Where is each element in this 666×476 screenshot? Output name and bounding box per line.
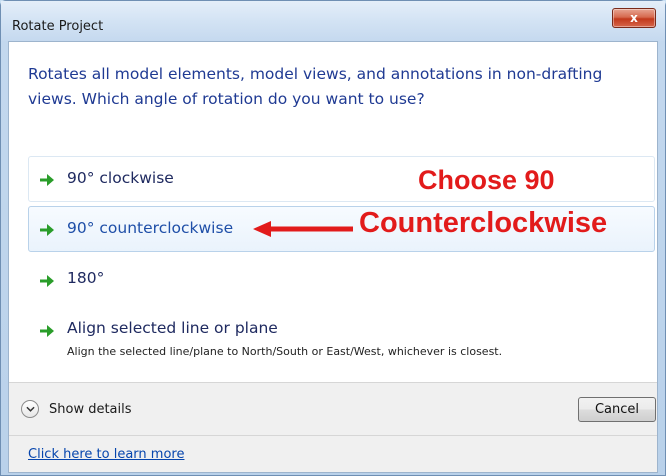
command-label: 180° <box>67 269 105 287</box>
footer-divider <box>9 435 657 436</box>
green-arrow-icon <box>40 224 54 236</box>
show-details-toggle[interactable]: Show details <box>21 398 132 420</box>
annotation-arrow <box>253 221 353 237</box>
dialog-footer: Show details Cancel Click here to learn … <box>9 382 657 472</box>
command-align-line-or-plane[interactable]: Align selected line or plane Align the s… <box>28 306 655 368</box>
show-details-label: Show details <box>49 401 132 417</box>
green-arrow-icon <box>40 174 54 186</box>
green-arrow-icon <box>40 275 54 287</box>
command-label: Align selected line or plane <box>67 319 278 337</box>
dialog-window: Rotate Project x Rotates all model eleme… <box>0 0 666 476</box>
command-label: 90° clockwise <box>67 169 174 187</box>
instruction-text: Rotates all model elements, model views,… <box>28 65 603 108</box>
chevron-down-icon <box>21 400 39 418</box>
annotation-line-2: Counterclockwise <box>359 207 608 239</box>
command-label: 90° counterclockwise <box>67 219 234 237</box>
annotation-line-1: Choose 90 <box>418 165 555 195</box>
dialog-content: Rotates all model elements, model views,… <box>8 41 658 473</box>
learn-more-link[interactable]: Click here to learn more <box>28 447 184 462</box>
window-title: Rotate Project <box>12 19 104 34</box>
green-arrow-icon <box>40 325 54 337</box>
close-button[interactable]: x <box>612 8 656 28</box>
command-90-clockwise[interactable]: 90° clockwise <box>28 156 655 202</box>
command-sublabel: Align the selected line/plane to North/S… <box>67 345 503 358</box>
command-180[interactable]: 180° <box>28 256 655 300</box>
cancel-button[interactable]: Cancel <box>578 397 656 422</box>
title-bar[interactable]: Rotate Project x <box>1 1 665 41</box>
